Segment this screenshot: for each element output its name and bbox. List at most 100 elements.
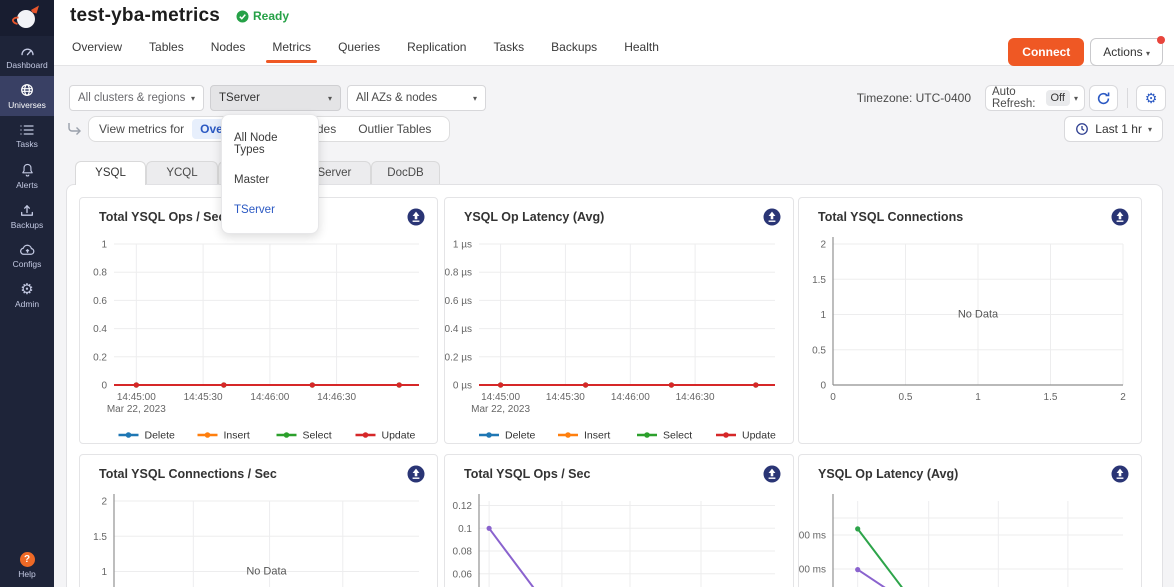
metric-chart-card: Total YSQL Connections21.510.5000.511.52… — [798, 197, 1142, 444]
help-icon: ? — [20, 552, 35, 567]
svg-text:0.5: 0.5 — [812, 345, 826, 356]
tab-health[interactable]: Health — [624, 40, 659, 63]
connect-button[interactable]: Connect — [1008, 38, 1084, 66]
sidebar-item-admin[interactable]: ⚙ Admin — [0, 276, 54, 316]
menu-item-tserver[interactable]: TServer — [222, 195, 318, 225]
sidebar-item-label: Backups — [11, 220, 44, 230]
svg-text:0.8 µs: 0.8 µs — [445, 268, 472, 279]
legend-item-update[interactable]: Update — [356, 430, 416, 442]
chart-options-button[interactable] — [407, 208, 425, 226]
bell-icon — [20, 162, 35, 178]
universe-header: test-yba-metrics Ready OverviewTablesNod… — [54, 0, 1174, 66]
svg-text:Update: Update — [742, 430, 776, 442]
chart-options-button[interactable] — [1111, 465, 1129, 483]
actions-button[interactable]: Actions ▾ — [1090, 38, 1163, 66]
svg-text:Insert: Insert — [584, 430, 610, 442]
svg-text:0: 0 — [830, 392, 836, 403]
chart-plot: 21.510.5000.511.52No Data — [799, 198, 1141, 443]
svg-text:0.06: 0.06 — [453, 569, 473, 580]
chart-options-button[interactable] — [1111, 208, 1129, 226]
yugabyte-logo[interactable] — [0, 0, 54, 36]
time-range-value: Last 1 hr — [1095, 122, 1142, 136]
node-type-dropdown[interactable]: TServer▾ — [210, 85, 341, 111]
tab-metrics[interactable]: Metrics — [272, 40, 311, 63]
auto-refresh-value[interactable]: Off — [1046, 90, 1070, 106]
auto-refresh-label: Auto Refresh: — [992, 86, 1042, 110]
legend-item-update[interactable]: Update — [716, 430, 776, 442]
svg-text:14:46:00: 14:46:00 — [611, 392, 650, 403]
sidebar: Dashboard Universes Tasks Alerts Backups… — [0, 0, 54, 587]
tab-tasks[interactable]: Tasks — [493, 40, 524, 63]
chart-options-button[interactable] — [763, 208, 781, 226]
svg-text:0.6 µs: 0.6 µs — [445, 296, 472, 307]
chevron-down-icon: ▾ — [328, 94, 332, 103]
svg-text:0: 0 — [820, 381, 826, 392]
chevron-down-icon[interactable]: ▾ — [1074, 94, 1078, 103]
svg-text:2: 2 — [101, 497, 107, 508]
legend-item-select[interactable]: Select — [277, 430, 332, 442]
chart-title: Total YSQL Connections / Sec — [99, 467, 277, 481]
svg-text:1 µs: 1 µs — [453, 240, 472, 251]
gauge-icon — [19, 43, 36, 58]
chart-options-icon — [763, 208, 781, 226]
sidebar-item-configs[interactable]: Configs — [0, 236, 54, 276]
tab-overview[interactable]: Overview — [72, 40, 122, 63]
legend-item-insert[interactable]: Insert — [558, 430, 610, 442]
svg-text:1.5: 1.5 — [93, 532, 107, 543]
universe-title: test-yba-metrics — [70, 5, 220, 27]
metric-tab-ysql[interactable]: YSQL — [75, 161, 146, 185]
yugabyte-logo-icon — [12, 4, 42, 32]
svg-text:14:45:00: 14:45:00 — [481, 392, 520, 403]
sidebar-item-tasks[interactable]: Tasks — [0, 116, 54, 156]
data-point — [397, 382, 402, 387]
clock-icon — [1075, 122, 1089, 136]
sidebar-item-label: Dashboard — [6, 60, 48, 70]
svg-text:2: 2 — [1120, 392, 1126, 403]
metric-tab-docdb[interactable]: DocDB — [371, 161, 440, 184]
cloud-icon — [19, 243, 36, 257]
menu-item-all-node-types[interactable]: All Node Types — [222, 123, 318, 165]
menu-item-master[interactable]: Master — [222, 165, 318, 195]
metric-chart-card: YSQL Op Latency (Avg)1 µs0.8 µs0.6 µs0.4… — [444, 197, 794, 444]
legend-item-select[interactable]: Select — [637, 430, 692, 442]
sidebar-item-universes[interactable]: Universes — [0, 76, 54, 116]
refresh-button[interactable] — [1089, 85, 1118, 111]
svg-text:Insert: Insert — [224, 430, 250, 442]
svg-text:0.1: 0.1 — [458, 524, 472, 535]
sidebar-item-alerts[interactable]: Alerts — [0, 156, 54, 196]
tab-tables[interactable]: Tables — [149, 40, 184, 63]
tab-nodes[interactable]: Nodes — [211, 40, 246, 63]
tab-queries[interactable]: Queries — [338, 40, 380, 63]
time-range-button[interactable]: Last 1 hr ▾ — [1064, 116, 1163, 142]
svg-text:0.5: 0.5 — [899, 392, 913, 403]
svg-text:0.2 µs: 0.2 µs — [445, 352, 472, 363]
view-option-outlier-tables[interactable]: Outlier Tables — [350, 119, 439, 139]
no-data-label: No Data — [246, 566, 287, 578]
az-node-dropdown[interactable]: All AZs & nodes▾ — [347, 85, 486, 111]
svg-text:1: 1 — [975, 392, 981, 403]
legend-item-delete[interactable]: Delete — [119, 430, 176, 442]
sidebar-item-backups[interactable]: Backups — [0, 196, 54, 236]
svg-text:0.4: 0.4 — [93, 324, 107, 335]
sidebar-item-help[interactable]: ? Help — [0, 552, 54, 579]
sidebar-item-label: Tasks — [16, 139, 38, 149]
svg-text:14:45:30: 14:45:30 — [546, 392, 585, 403]
tab-backups[interactable]: Backups — [551, 40, 597, 63]
legend-item-delete[interactable]: Delete — [479, 430, 536, 442]
metric-tab-ycql[interactable]: YCQL — [146, 161, 218, 184]
chart-options-button[interactable] — [407, 465, 425, 483]
metrics-settings-button[interactable]: ⚙ — [1136, 85, 1166, 111]
data-point — [669, 382, 674, 387]
svg-text:0.4 µs: 0.4 µs — [445, 324, 472, 335]
svg-text:14:46:30: 14:46:30 — [676, 392, 715, 403]
sidebar-item-dashboard[interactable]: Dashboard — [0, 36, 54, 76]
sidebar-item-label: Configs — [13, 259, 42, 269]
chart-options-button[interactable] — [763, 465, 781, 483]
chart-title: Total YSQL Connections — [818, 210, 963, 224]
legend-item-insert[interactable]: Insert — [198, 430, 250, 442]
tab-replication[interactable]: Replication — [407, 40, 466, 63]
chevron-down-icon: ▾ — [191, 94, 195, 103]
svg-text:Delete: Delete — [145, 430, 176, 442]
series-line-select — [858, 529, 1100, 587]
cluster-region-dropdown[interactable]: All clusters & regions▾ — [69, 85, 204, 111]
